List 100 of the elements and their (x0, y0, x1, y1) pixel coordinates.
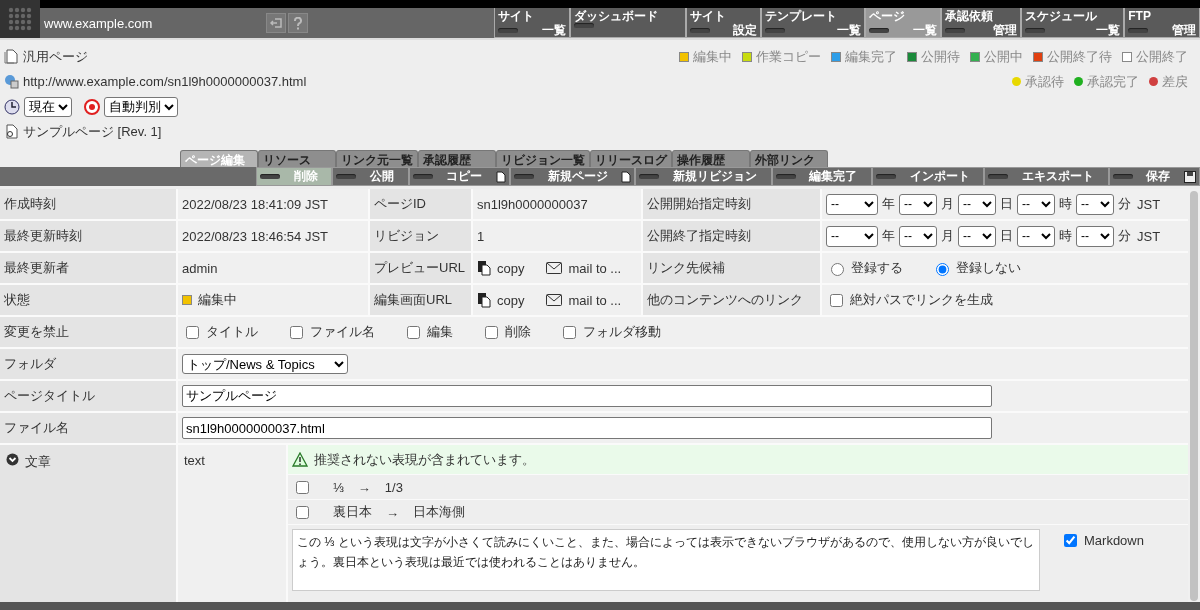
legend-label: 作業コピー (756, 47, 821, 66)
original-text: ⅓ (333, 479, 344, 495)
nav-button[interactable]: サイト 設定 (685, 8, 762, 38)
field-label: 状態 (4, 291, 30, 309)
unit-label: 年 (882, 227, 895, 245)
scrollbar-thumb[interactable] (1190, 191, 1198, 601)
datetime-select[interactable]: -- (826, 193, 878, 215)
option-label: 削除 (505, 323, 531, 341)
tab[interactable]: リソース (258, 150, 336, 167)
checkbox[interactable] (830, 293, 843, 307)
nav-button[interactable]: ダッシュボード (569, 8, 686, 38)
tab[interactable]: リンク元一覧 (336, 150, 418, 167)
mode-select[interactable]: 自動判別 (104, 96, 178, 117)
globe-icon (4, 74, 19, 89)
time-select[interactable]: 現在 (24, 96, 72, 117)
checkbox[interactable] (563, 325, 576, 339)
toolbar-button[interactable]: 保存 (1108, 167, 1200, 186)
mail-link[interactable]: mail to ... (568, 292, 622, 308)
field-label: 変更を禁止 (4, 323, 69, 341)
field-label: ページタイトル (4, 387, 95, 405)
nav-button[interactable]: 承認依頼 管理 (940, 8, 1021, 38)
unit-label: 年 (882, 195, 895, 213)
help-icon[interactable] (288, 13, 308, 33)
clock-icon (4, 98, 20, 115)
radio-button[interactable] (936, 263, 949, 276)
toolbar-button[interactable]: 公開 (332, 167, 409, 186)
unit-label: 時 (1059, 227, 1072, 245)
field-label: 他のコンテンツへのリンク (647, 291, 803, 309)
content-textarea[interactable]: この ⅓ という表現は文字が小さくて読みにくいこと、また、場合によっては表示できないブラウザがあるので、使用しない方が良いでしょう。裏日本という表現は最近では使われることはありません。 (292, 529, 1040, 591)
copy-link[interactable]: copy (497, 292, 525, 308)
page-icon (4, 49, 19, 64)
nav-button[interactable]: スケジュール 一覧 (1020, 8, 1125, 38)
option-label: タイトル (206, 323, 258, 341)
option-label: フォルダ移動 (583, 323, 661, 341)
field-label: 最終更新時刻 (4, 227, 82, 245)
toolbar-button[interactable]: 新規リビジョン (635, 167, 772, 186)
legend-label: 公開終了 (1136, 47, 1188, 66)
toolbar-button[interactable]: インポート (872, 167, 985, 186)
checkbox[interactable] (407, 325, 420, 339)
field-value: admin (182, 260, 218, 276)
tab[interactable]: 承認履歴 (418, 150, 496, 167)
mail-link[interactable]: mail to ... (568, 260, 622, 276)
datetime-select[interactable]: -- (826, 225, 878, 247)
nav-button[interactable]: テンプレート 一覧 (761, 8, 865, 38)
tab[interactable]: リリースログ (590, 150, 672, 167)
toolbar-button[interactable]: 新規ページ (510, 167, 636, 186)
document-icon (621, 170, 632, 183)
copy-link[interactable]: copy (497, 260, 525, 276)
option-label: Markdown (1084, 533, 1144, 548)
copy-icon (477, 260, 491, 276)
unit-label: 分 (1118, 195, 1131, 213)
option-label: 絶対パスでリンクを生成 (850, 291, 993, 309)
unit-label: 分 (1118, 227, 1131, 245)
copy-icon (477, 292, 491, 308)
datetime-select[interactable]: -- (958, 225, 996, 247)
field-label: 編集画面URL (374, 291, 452, 309)
tab[interactable]: 操作履歴 (672, 150, 750, 167)
page-search-icon (4, 124, 19, 139)
chevron-icon[interactable] (6, 453, 19, 466)
field-label: 最終更新者 (4, 259, 69, 277)
unit-label: 日 (1000, 195, 1013, 213)
datetime-select[interactable]: -- (899, 225, 937, 247)
filename-input[interactable]: sn1l9h0000000037.html (182, 417, 992, 439)
suggestion-checkbox[interactable] (296, 505, 309, 519)
legend-label: 公開終了待 (1047, 47, 1112, 66)
legend-label: 公開中 (984, 47, 1023, 66)
folder-select[interactable]: トップ/News & Topics (182, 354, 348, 374)
status-text: 編集中 (198, 291, 237, 309)
tab[interactable]: 外部リンク (750, 150, 828, 167)
title-input[interactable]: サンプルページ (182, 385, 992, 407)
field-value: 1 (477, 228, 485, 244)
nav-button[interactable]: FTP 管理 (1124, 8, 1200, 38)
field-value: 2022/08/23 18:41:09 JST (182, 196, 328, 212)
field-label: フォルダ (4, 355, 56, 373)
mail-icon (546, 294, 563, 306)
toolbar-button[interactable]: コピー (408, 167, 511, 186)
field-label: プレビューURL (374, 259, 465, 277)
target-icon (84, 98, 100, 115)
field-label: ページID (374, 195, 426, 213)
timezone-label: JST (1137, 196, 1161, 212)
suggestion-checkbox[interactable] (296, 480, 309, 494)
checkbox[interactable] (290, 325, 303, 339)
datetime-select[interactable]: -- (1076, 193, 1114, 215)
unit-label: 月 (941, 227, 954, 245)
format-label: text (184, 453, 205, 468)
datetime-select[interactable]: -- (899, 193, 937, 215)
radio-button[interactable] (831, 263, 844, 276)
datetime-select[interactable]: -- (1017, 193, 1055, 215)
nav-button[interactable]: サイト 一覧 (494, 8, 570, 38)
checkbox[interactable] (186, 325, 199, 339)
toolbar-button[interactable]: 編集完了 (771, 167, 872, 186)
checkbox[interactable] (485, 325, 498, 339)
datetime-select[interactable]: -- (1017, 225, 1055, 247)
legend-label: 編集中 (693, 47, 732, 66)
arrow-text: → (386, 504, 399, 520)
datetime-select[interactable]: -- (958, 193, 996, 215)
tab[interactable]: リビジョン一覧 (496, 150, 590, 167)
toolbar-button[interactable]: エキスポート (984, 167, 1109, 186)
markdown-checkbox[interactable] (1064, 534, 1077, 547)
datetime-select[interactable]: -- (1076, 225, 1114, 247)
